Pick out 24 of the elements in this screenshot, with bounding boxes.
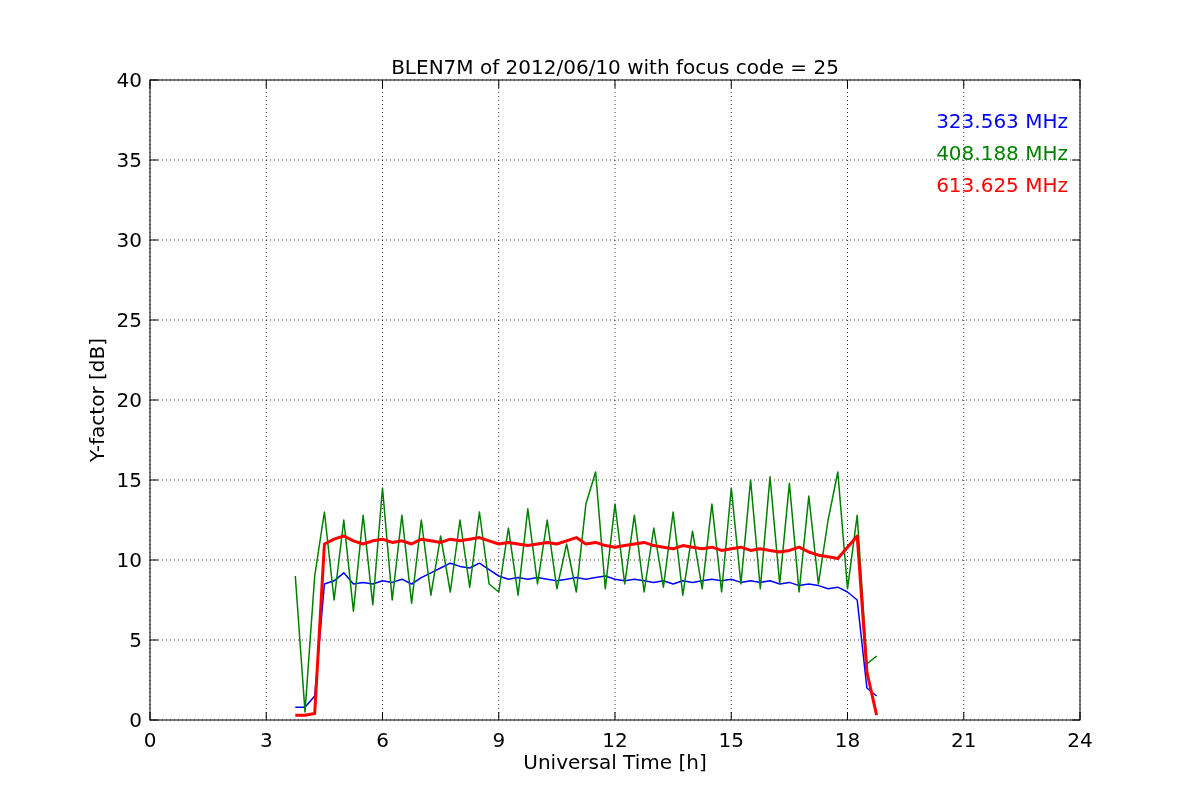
axis-tick-label: 0 (129, 708, 142, 732)
axis-tick-label: 15 (116, 468, 142, 492)
legend-label: 408.188 MHz (936, 141, 1068, 165)
x-axis-label: Universal Time [h] (523, 750, 707, 774)
axis-tick-label: 15 (718, 728, 744, 752)
axis-tick-label: 9 (492, 728, 506, 752)
axis-tick-label: 35 (116, 148, 142, 172)
axis-tick-label: 30 (116, 228, 142, 252)
axis-tick-label: 12 (602, 728, 628, 752)
legend-label: 613.625 MHz (936, 173, 1068, 197)
axis-tick-label: 21 (951, 728, 977, 752)
axis-tick-label: 5 (129, 628, 142, 652)
chart-title: BLEN7M of 2012/06/10 with focus code = 25 (391, 55, 839, 79)
axis-tick-label: 10 (116, 548, 142, 572)
axis-tick-label: 0 (143, 728, 157, 752)
axis-tick-label: 3 (259, 728, 273, 752)
legend-label: 323.563 MHz (936, 109, 1068, 133)
axis-tick-label: 25 (116, 308, 142, 332)
axis-tick-label: 40 (116, 68, 142, 92)
axis-tick-label: 20 (116, 388, 142, 412)
axis-tick-label: 24 (1067, 728, 1093, 752)
y-axis-label: Y-factor [dB] (85, 338, 109, 462)
axis-tick-label: 18 (834, 728, 861, 752)
axis-tick-label: 6 (376, 728, 389, 752)
